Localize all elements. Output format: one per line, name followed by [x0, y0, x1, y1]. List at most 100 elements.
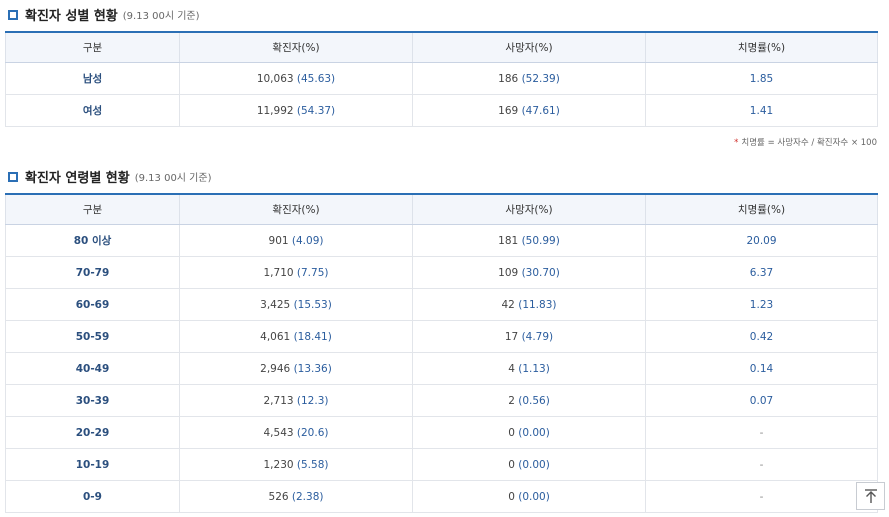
confirmed-count: 4,061 — [260, 330, 291, 343]
confirmed-percent: (7.75) — [296, 266, 329, 279]
confirmed-percent: (13.36) — [293, 362, 332, 375]
header-fatality: 치명률(%) — [645, 32, 878, 63]
age-stats-table: 구분 확진자(%) 사망자(%) 치명률(%) 80 이상 901 (4.09) 1… — [5, 193, 878, 513]
square-bullet-icon — [8, 171, 18, 182]
table-row: 30-39 2,713 (12.3) 2 (0.56) 0.07 — [5, 384, 878, 417]
confirmed-cell: 4,543 (20.6) — [179, 416, 413, 449]
square-bullet-icon — [8, 9, 18, 20]
row-label: 70-79 — [5, 256, 180, 289]
confirmed-percent: (5.58) — [296, 458, 329, 471]
fatality-rate: 1.41 — [645, 94, 878, 127]
header-deaths: 사망자(%) — [412, 32, 646, 63]
row-label: 여성 — [5, 94, 180, 127]
deaths-count: 4 — [508, 362, 515, 375]
table-row: 0-9 526 (2.38) 0 (0.00) - — [5, 480, 878, 513]
age-section-title: 확진자 연령별 현황 (9.13 00시 기준) — [8, 167, 212, 186]
fatality-rate: - — [645, 448, 878, 481]
deaths-cell: 181 (50.99) — [412, 224, 646, 257]
confirmed-count: 1,230 — [263, 458, 294, 471]
deaths-count: 2 — [508, 394, 515, 407]
deaths-cell: 42 (11.83) — [412, 288, 646, 321]
footnote-text: 치명률 = 사망자수 / 확진자수 × 100 — [741, 138, 877, 148]
confirmed-percent: (12.3) — [296, 394, 329, 407]
deaths-cell: 0 (0.00) — [412, 448, 646, 481]
table-row: 10-19 1,230 (5.58) 0 (0.00) - — [5, 448, 878, 481]
deaths-count: 181 — [498, 234, 519, 247]
confirmed-cell: 10,063 (45.63) — [179, 62, 413, 95]
header-deaths: 사망자(%) — [412, 194, 646, 225]
deaths-count: 0 — [508, 490, 515, 503]
confirmed-count: 10,063 — [256, 72, 294, 85]
confirmed-percent: (45.63) — [296, 72, 336, 85]
confirmed-count: 2,946 — [260, 362, 291, 375]
deaths-percent: (0.00) — [518, 458, 550, 471]
table-row: 여성 11,992 (54.37) 169 (47.61) 1.41 — [5, 94, 878, 127]
fatality-rate: 1.85 — [645, 62, 878, 95]
deaths-percent: (0.00) — [518, 426, 550, 439]
confirmed-cell: 2,946 (13.36) — [179, 352, 413, 385]
confirmed-percent: (54.37) — [296, 104, 336, 117]
confirmed-count: 2,713 — [263, 394, 294, 407]
deaths-count: 0 — [508, 458, 515, 471]
table-row: 40-49 2,946 (13.36) 4 (1.13) 0.14 — [5, 352, 878, 385]
fatality-rate: 0.42 — [645, 320, 878, 353]
header-fatality: 치명률(%) — [645, 194, 878, 225]
row-label: 40-49 — [5, 352, 180, 385]
fatality-rate: 0.14 — [645, 352, 878, 385]
table-row: 80 이상 901 (4.09) 181 (50.99) 20.09 — [5, 224, 878, 257]
confirmed-count: 1,710 — [263, 266, 294, 279]
confirmed-count: 901 — [268, 234, 289, 247]
deaths-count: 186 — [498, 72, 519, 85]
table-row: 20-29 4,543 (20.6) 0 (0.00) - — [5, 416, 878, 449]
confirmed-count: 11,992 — [256, 104, 294, 117]
deaths-cell: 0 (0.00) — [412, 416, 646, 449]
deaths-cell: 0 (0.00) — [412, 480, 646, 513]
gender-table-body: 남성 10,063 (45.63) 186 (52.39) 1.85 여성 11,992 … — [5, 62, 878, 127]
confirmed-count: 526 — [268, 490, 289, 503]
row-label: 50-59 — [5, 320, 180, 353]
row-label: 20-29 — [5, 416, 180, 449]
deaths-count: 42 — [501, 298, 515, 311]
age-table-body: 80 이상 901 (4.09) 181 (50.99) 20.09 70-79 1,71… — [5, 224, 878, 513]
deaths-percent: (1.13) — [518, 362, 550, 375]
deaths-count: 169 — [498, 104, 519, 117]
header-confirmed: 확진자(%) — [179, 32, 413, 63]
confirmed-cell: 3,425 (15.53) — [179, 288, 413, 321]
deaths-percent: (30.70) — [521, 266, 560, 279]
deaths-cell: 4 (1.13) — [412, 352, 646, 385]
confirmed-percent: (20.6) — [296, 426, 329, 439]
row-label: 10-19 — [5, 448, 180, 481]
deaths-cell: 2 (0.56) — [412, 384, 646, 417]
confirmed-cell: 4,061 (18.41) — [179, 320, 413, 353]
confirmed-cell: 1,710 (7.75) — [179, 256, 413, 289]
row-label: 80 이상 — [5, 224, 180, 257]
table-row: 70-79 1,710 (7.75) 109 (30.70) 6.37 — [5, 256, 878, 289]
fatality-footnote: * 치명률 = 사망자수 / 확진자수 × 100 — [734, 136, 877, 148]
table-header-row: 구분 확진자(%) 사망자(%) 치명률(%) — [5, 194, 878, 225]
deaths-percent: (11.83) — [518, 298, 557, 311]
arrow-up-to-top-icon — [864, 489, 877, 503]
deaths-cell: 186 (52.39) — [412, 62, 646, 95]
fatality-rate: 1.23 — [645, 288, 878, 321]
table-row: 50-59 4,061 (18.41) 17 (4.79) 0.42 — [5, 320, 878, 353]
confirmed-cell: 11,992 (54.37) — [179, 94, 413, 127]
header-category: 구분 — [5, 32, 180, 63]
confirmed-count: 4,543 — [263, 426, 294, 439]
deaths-count: 0 — [508, 426, 515, 439]
confirmed-cell: 2,713 (12.3) — [179, 384, 413, 417]
gender-subtitle: (9.13 00시 기준) — [122, 11, 200, 22]
deaths-cell: 109 (30.70) — [412, 256, 646, 289]
table-row: 60-69 3,425 (15.53) 42 (11.83) 1.23 — [5, 288, 878, 321]
deaths-cell: 169 (47.61) — [412, 94, 646, 127]
confirmed-cell: 526 (2.38) — [179, 480, 413, 513]
fatality-rate: - — [645, 480, 878, 513]
fatality-rate: 6.37 — [645, 256, 878, 289]
age-subtitle: (9.13 00시 기준) — [134, 173, 212, 184]
confirmed-cell: 1,230 (5.58) — [179, 448, 413, 481]
fatality-rate: 0.07 — [645, 384, 878, 417]
deaths-percent: (47.61) — [521, 104, 560, 117]
scroll-to-top-button[interactable] — [856, 482, 885, 510]
confirmed-count: 3,425 — [260, 298, 291, 311]
fatality-rate: 20.09 — [645, 224, 878, 257]
deaths-percent: (0.00) — [518, 490, 550, 503]
